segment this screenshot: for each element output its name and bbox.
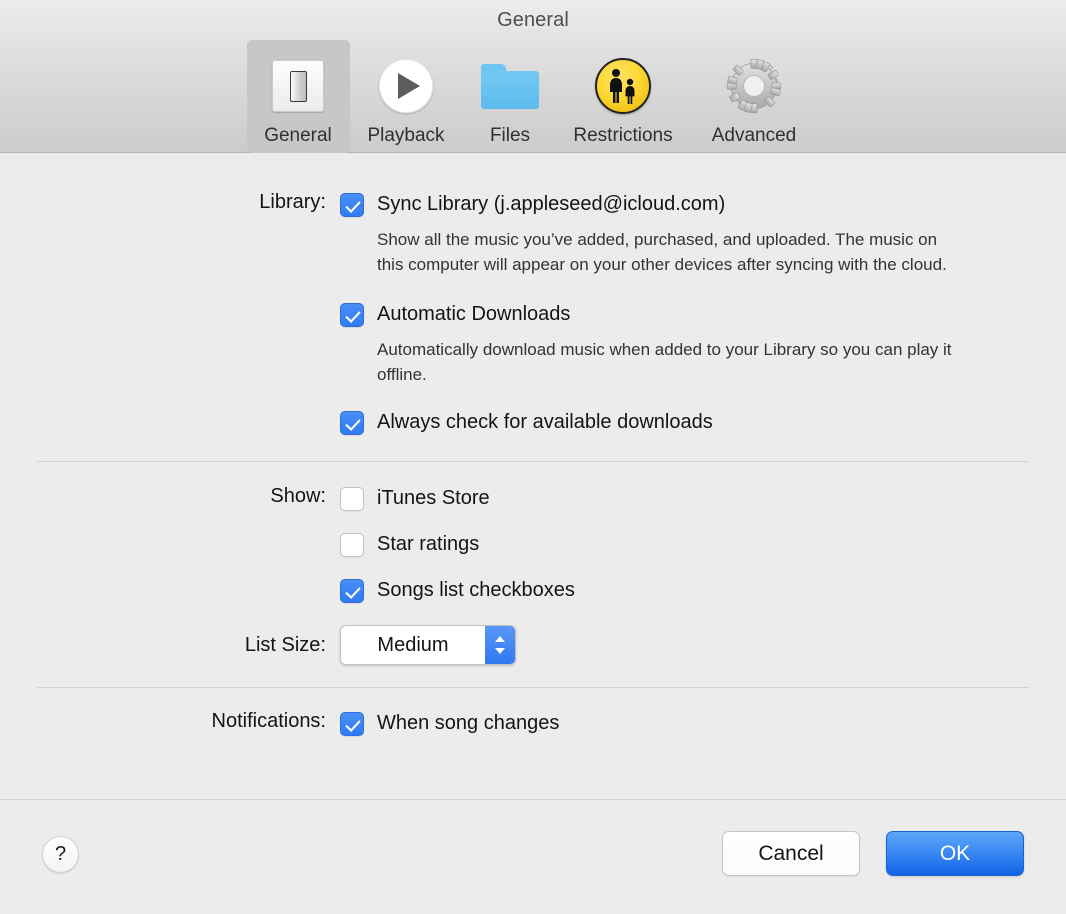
always-check-downloads-row[interactable]: Always check for available downloads [340, 409, 1046, 435]
tab-files[interactable]: Files [463, 40, 558, 153]
tab-advanced-label: Advanced [712, 125, 797, 147]
library-section: Library: Sync Library (j.appleseed@iclou… [0, 191, 1066, 435]
when-song-changes-checkbox[interactable] [340, 712, 364, 736]
preferences-toolbar: General General Playback Files [0, 0, 1066, 153]
list-size-value: Medium [341, 626, 485, 664]
tab-general[interactable]: General [247, 40, 350, 153]
tab-restrictions[interactable]: Restrictions [558, 40, 689, 153]
always-check-downloads-label: Always check for available downloads [377, 409, 713, 435]
itunes-store-label: iTunes Store [377, 485, 490, 511]
sync-library-checkbox-row[interactable]: Sync Library (j.appleseed@icloud.com) [340, 191, 1046, 217]
folder-icon [481, 55, 539, 117]
songs-list-checkboxes-label: Songs list checkboxes [377, 577, 575, 603]
tab-files-label: Files [490, 125, 530, 147]
automatic-downloads-checkbox-row[interactable]: Automatic Downloads [340, 301, 1046, 327]
always-check-downloads-checkbox[interactable] [340, 411, 364, 435]
itunes-store-checkbox[interactable] [340, 487, 364, 511]
tab-playback[interactable]: Playback [350, 40, 463, 153]
songs-list-checkboxes-checkbox[interactable] [340, 579, 364, 603]
help-button[interactable]: ? [42, 836, 79, 873]
when-song-changes-label: When song changes [377, 710, 559, 736]
light-switch-icon [272, 55, 324, 117]
sync-library-checkbox[interactable] [340, 193, 364, 217]
show-songs-list-checkboxes-row[interactable]: Songs list checkboxes [340, 577, 1046, 603]
sync-library-description: Show all the music you’ve added, purchas… [377, 227, 957, 277]
play-icon [379, 55, 433, 117]
window-title: General [0, 9, 1066, 32]
notifications-label: Notifications: [0, 710, 340, 733]
tab-advanced[interactable]: Advanced [689, 40, 820, 153]
automatic-downloads-checkbox[interactable] [340, 303, 364, 327]
tab-playback-label: Playback [367, 125, 444, 147]
parental-controls-icon [595, 55, 651, 117]
preferences-window: General General Playback Files [0, 0, 1066, 914]
footer-button-group: Cancel OK [722, 831, 1024, 876]
show-label: Show: [0, 485, 340, 508]
tab-general-label: General [264, 125, 332, 147]
list-size-label: List Size: [0, 634, 340, 657]
sync-library-label: Sync Library (j.appleseed@icloud.com) [377, 191, 725, 217]
star-ratings-checkbox[interactable] [340, 533, 364, 557]
list-size-popup-button[interactable]: Medium [340, 625, 516, 665]
gear-icon [725, 55, 783, 117]
cancel-button[interactable]: Cancel [722, 831, 860, 876]
when-song-changes-row[interactable]: When song changes [340, 710, 1046, 736]
star-ratings-label: Star ratings [377, 531, 479, 557]
separator-library-show [37, 461, 1029, 462]
automatic-downloads-description: Automatically download music when added … [377, 337, 957, 387]
automatic-downloads-label: Automatic Downloads [377, 301, 570, 327]
dialog-footer: ? Cancel OK [0, 799, 1066, 914]
notifications-section: Notifications: When song changes [0, 710, 1066, 736]
library-label: Library: [0, 191, 340, 214]
list-size-stepper-icon[interactable] [485, 626, 515, 664]
separator-listsize-notifications [37, 687, 1029, 688]
show-star-ratings-row[interactable]: Star ratings [340, 531, 1046, 557]
list-size-section: List Size: Medium [0, 625, 1066, 665]
show-section: Show: iTunes Store Star ratings Songs li… [0, 485, 1066, 603]
show-itunes-store-row[interactable]: iTunes Store [340, 485, 1046, 511]
toolbar-tab-list: General Playback Files [0, 40, 1066, 153]
preferences-content: Library: Sync Library (j.appleseed@iclou… [0, 153, 1066, 799]
ok-button[interactable]: OK [886, 831, 1024, 876]
tab-restrictions-label: Restrictions [573, 125, 672, 147]
